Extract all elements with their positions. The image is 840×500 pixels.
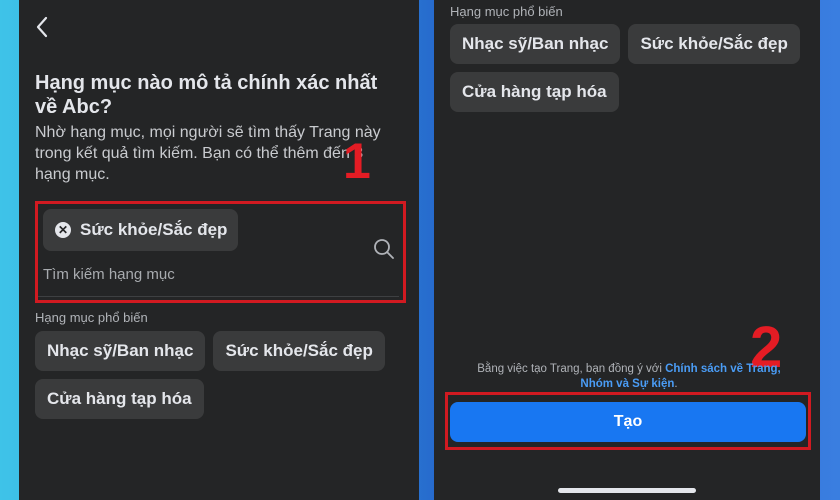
category-chip[interactable]: Sức khỏe/Sắc đẹp (628, 24, 800, 64)
page-title: Hạng mục nào mô tả chính xác nhất về Abc… (35, 72, 378, 118)
category-chip[interactable]: Nhạc sỹ/Ban nhạc (35, 331, 206, 371)
annotation-box-search (35, 201, 406, 303)
terms-text: Bằng việc tạo Trang, bạn đồng ý với Chín… (464, 362, 794, 392)
category-chip[interactable]: Nhạc sỹ/Ban nhạc (450, 24, 621, 64)
annotation-box-create (445, 392, 811, 450)
home-indicator (558, 488, 696, 493)
back-chevron-icon[interactable] (33, 15, 51, 39)
popular-categories-list: Nhạc sỹ/Ban nhạc Sức khỏe/Sắc đẹp Cửa hà… (450, 24, 810, 112)
category-chip[interactable]: Sức khỏe/Sắc đẹp (213, 331, 385, 371)
terms-suffix: . (674, 378, 678, 390)
terms-prefix: Bằng việc tạo Trang, bạn đồng ý với (477, 363, 666, 375)
page-description: Nhờ hạng mục, mọi người sẽ tìm thấy Tran… (35, 124, 381, 183)
category-chip[interactable]: Cửa hàng tạp hóa (35, 379, 204, 419)
popular-categories-list: Nhạc sỹ/Ban nhạc Sức khỏe/Sắc đẹp Cửa hà… (35, 331, 405, 419)
left-phone-screen: Hạng mục nào mô tả chính xác nhất về Abc… (19, 0, 419, 500)
callout-number-1: 1 (343, 133, 371, 189)
popular-categories-label: Hạng mục phổ biến (35, 310, 148, 325)
category-chip[interactable]: Cửa hàng tạp hóa (450, 72, 619, 112)
right-phone-screen: Hạng mục phổ biến Nhạc sỹ/Ban nhạc Sức k… (434, 0, 820, 500)
popular-categories-label: Hạng mục phổ biến (450, 4, 563, 19)
